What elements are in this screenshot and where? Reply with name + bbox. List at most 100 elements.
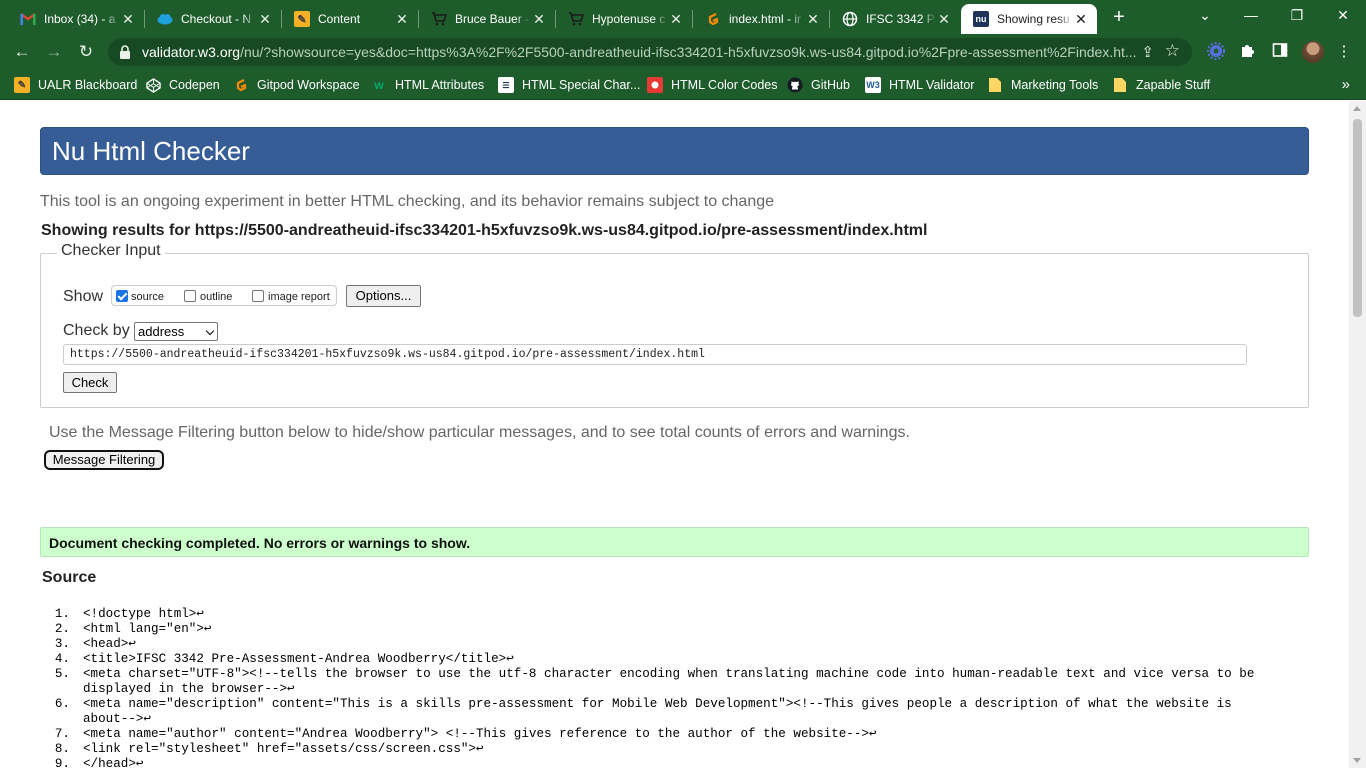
tab-bruce-bauer[interactable]: Bruce Bauer - ✕	[419, 4, 555, 34]
line-number: 7.	[54, 727, 70, 741]
scroll-up-icon[interactable]	[1353, 106, 1361, 111]
source-line: 3. <head>↩	[40, 637, 1270, 652]
source-line: 5. <meta charset="UTF-8"><!--tells the br…	[40, 667, 1270, 697]
tab-inbox[interactable]: Inbox (34) - a ✕	[8, 4, 144, 34]
reload-icon[interactable]: ↻	[74, 40, 98, 64]
line-number: 4.	[54, 652, 70, 666]
outline-checkbox-label[interactable]: outline	[200, 291, 232, 303]
close-icon[interactable]: ✕	[531, 11, 547, 28]
tab-title: Bruce Bauer -	[455, 12, 530, 26]
tab-content[interactable]: ✎ Content ✕	[282, 4, 418, 34]
pencil-icon: ✎	[14, 77, 30, 93]
tab-ifsc-3342[interactable]: IFSC 3342 Pre ✕	[830, 4, 960, 34]
minimize-icon[interactable]: —	[1228, 0, 1274, 30]
filter-note: Use the Message Filtering button below t…	[49, 424, 910, 441]
bookmark-html-attributes[interactable]: w HTML Attributes	[371, 76, 484, 94]
bookmark-label: HTML Color Codes	[671, 78, 778, 92]
tab-title: Content	[318, 12, 361, 26]
gitpod-icon	[705, 11, 721, 27]
page-banner: Nu Html Checker	[40, 127, 1309, 175]
close-icon[interactable]: ✕	[936, 11, 952, 28]
line-code: <link rel="stylesheet" href="assets/css/…	[83, 742, 484, 756]
bookmark-marketing-tools[interactable]: Marketing Tools	[987, 76, 1098, 94]
tab-title: Checkout - N	[181, 12, 252, 26]
codepen-icon	[145, 77, 161, 93]
line-number: 6.	[54, 697, 70, 711]
extension-gear-icon[interactable]	[1206, 42, 1226, 62]
extensions-puzzle-icon[interactable]	[1238, 42, 1258, 62]
bookmark-html-special-char[interactable]: ☰ HTML Special Char...	[498, 76, 640, 94]
bookmark-codepen[interactable]: Codepen	[145, 76, 220, 94]
line-code: <html lang="en">↩	[83, 622, 212, 636]
line-code: <title>IFSC 3342 Pre-Assessment-Andrea W…	[83, 652, 514, 666]
source-line: 9. </head>↩	[40, 757, 1270, 768]
tab-checkout[interactable]: Checkout - N ✕	[145, 4, 281, 34]
message-filtering-button[interactable]: Message Filtering	[44, 450, 164, 470]
new-tab-icon[interactable]: +	[1108, 6, 1130, 28]
bookmark-star-icon[interactable]: ☆	[1165, 41, 1180, 61]
folder-icon	[987, 77, 1003, 93]
tab-title: Showing resu	[997, 12, 1070, 26]
menu-kebab-icon[interactable]: ⋮	[1334, 42, 1354, 62]
check-button[interactable]: Check	[63, 372, 117, 393]
bookmark-zapable-stuff[interactable]: Zapable Stuff	[1112, 76, 1210, 94]
bookmark-html-color-codes[interactable]: HTML Color Codes	[647, 76, 778, 94]
tab-search-chevron-icon[interactable]: ⌄	[1182, 0, 1228, 30]
gitpod-icon	[233, 77, 249, 93]
tab-title: Hypotenuse c	[592, 12, 666, 26]
bookmark-label: Zapable Stuff	[1136, 78, 1211, 92]
checker-input-legend: Checker Input	[57, 242, 165, 260]
close-icon[interactable]: ✕	[1073, 11, 1089, 28]
close-icon[interactable]: ✕	[394, 11, 410, 28]
image-report-checkbox-label[interactable]: image report	[268, 291, 330, 303]
source-checkbox-label[interactable]: source	[131, 291, 164, 303]
tab-title: Inbox (34) - a	[44, 12, 116, 26]
line-number: 5.	[54, 667, 70, 681]
back-arrow-icon[interactable]: ←	[10, 40, 34, 64]
address-bar[interactable]: validator.w3.org/nu/?showsource=yes&doc=…	[108, 38, 1192, 66]
color-icon	[647, 77, 663, 93]
pencil-icon: ✎	[294, 11, 310, 27]
bookmark-label: Codepen	[169, 78, 220, 92]
forward-arrow-icon[interactable]: →	[42, 40, 66, 64]
check-by-select[interactable]: address	[134, 322, 218, 341]
restore-icon[interactable]: ❐	[1274, 0, 1320, 30]
chevron-right-icon[interactable]: »	[1342, 76, 1350, 93]
share-icon[interactable]: ⇪	[1141, 43, 1154, 61]
bookmark-github[interactable]: GitHub	[787, 76, 850, 94]
close-icon[interactable]: ✕	[257, 11, 273, 28]
image-report-checkbox[interactable]	[252, 290, 264, 302]
tab-showing-results[interactable]: nu Showing resu ✕	[961, 4, 1097, 34]
close-icon[interactable]: ✕	[668, 11, 684, 28]
bookmark-label: HTML Validator	[889, 78, 975, 92]
scrollbar-thumb[interactable]	[1353, 119, 1362, 317]
bookmark-ualr-blackboard[interactable]: ✎ UALR Blackboard	[14, 76, 137, 94]
tab-hypotenuse[interactable]: Hypotenuse c ✕	[556, 4, 692, 34]
close-icon[interactable]: ✕	[120, 11, 136, 28]
side-panel-icon[interactable]	[1270, 42, 1290, 62]
close-window-icon[interactable]: ✕	[1320, 0, 1366, 30]
close-icon[interactable]: ✕	[805, 11, 821, 28]
bookmark-html-validator[interactable]: W3 HTML Validator	[865, 76, 974, 94]
line-number: 1.	[54, 607, 70, 621]
vertical-scrollbar[interactable]	[1349, 101, 1366, 768]
checker-input-fieldset: Checker Input Show source outline image …	[40, 242, 1309, 408]
source-line: 7. <meta name="author" content="Andrea Wo…	[40, 727, 1270, 742]
bookmark-label: UALR Blackboard	[38, 78, 138, 92]
options-button[interactable]: Options...	[346, 285, 421, 307]
profile-avatar[interactable]	[1302, 41, 1324, 63]
lock-icon[interactable]	[118, 44, 132, 60]
line-code: <!doctype html>↩	[83, 607, 204, 621]
bookmark-label: HTML Special Char...	[522, 78, 641, 92]
outline-checkbox[interactable]	[184, 290, 196, 302]
cart-icon	[568, 11, 584, 27]
globe-icon	[842, 11, 858, 27]
scroll-down-icon[interactable]	[1353, 758, 1361, 763]
line-number: 8.	[54, 742, 70, 756]
source-checkbox[interactable]	[116, 290, 128, 302]
tab-index-html[interactable]: index.html - ir ✕	[693, 4, 829, 34]
cart-icon	[431, 11, 447, 27]
url-input[interactable]: https://5500-andreatheuid-ifsc334201-h5x…	[63, 344, 1247, 365]
address-url[interactable]: validator.w3.org/nu/?showsource=yes&doc=…	[142, 44, 1142, 60]
bookmark-gitpod-workspace[interactable]: Gitpod Workspace	[233, 76, 360, 94]
